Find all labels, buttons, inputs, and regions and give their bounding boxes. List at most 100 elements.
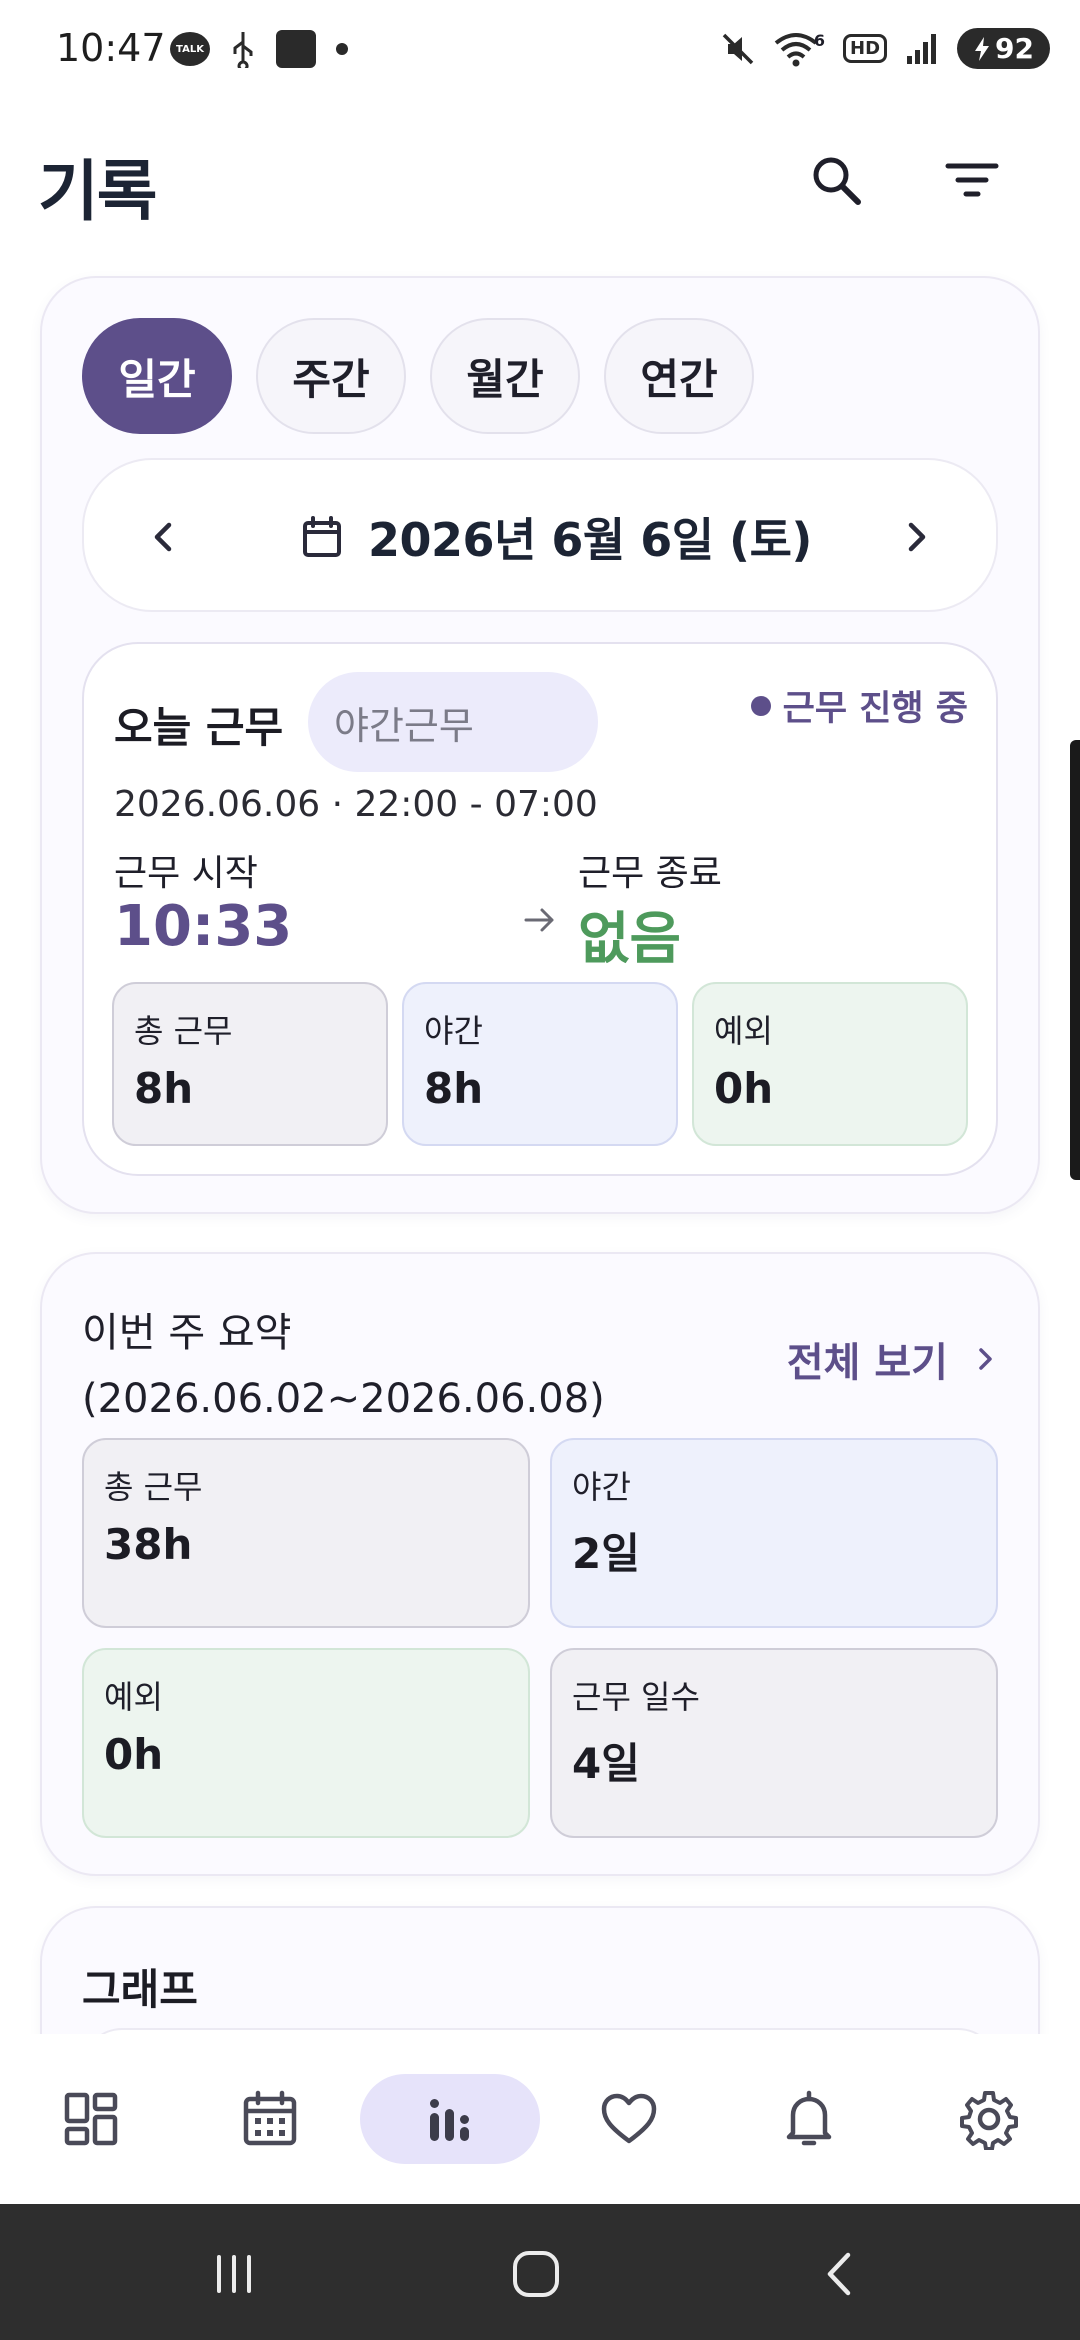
nav-settings[interactable] bbox=[944, 2074, 1034, 2164]
today-night-stat: 야간 8h bbox=[402, 982, 678, 1146]
search-button[interactable] bbox=[800, 144, 872, 216]
kakaotalk-icon: TALK bbox=[170, 32, 210, 66]
stat-value: 8h bbox=[424, 1064, 484, 1113]
stat-value: 2일 bbox=[572, 1529, 640, 1578]
home-button[interactable] bbox=[496, 2234, 576, 2314]
chevron-right-icon bbox=[979, 1348, 992, 1370]
edge-panel-handle[interactable] bbox=[1070, 740, 1080, 1180]
nav-calendar[interactable] bbox=[225, 2074, 315, 2164]
shift-schedule: 2026.06.06 · 22:00 - 07:00 bbox=[114, 784, 598, 825]
heart-icon bbox=[601, 2093, 657, 2144]
status-dot-icon bbox=[750, 695, 771, 716]
shift-status-text: 근무 진행 중 bbox=[782, 689, 968, 729]
period-tabs: 일간 주간 월간 연간 bbox=[82, 318, 754, 434]
bottom-navigation bbox=[0, 2034, 1080, 2204]
weekly-title-main: 이번 주 요약 bbox=[82, 1310, 292, 1356]
more-notifications-dot bbox=[336, 43, 348, 55]
stat-value: 38h bbox=[104, 1520, 193, 1569]
system-navigation-bar bbox=[0, 2204, 1080, 2340]
charging-icon bbox=[975, 36, 990, 61]
arrow-right-icon bbox=[524, 908, 554, 932]
stat-label: 예외 bbox=[714, 1012, 773, 1050]
weekly-title-range: (2026.06.02~2026.06.08) bbox=[82, 1376, 605, 1422]
date-picker[interactable]: 2026년 6월 6일 (토) bbox=[300, 504, 812, 570]
shift-type-badge: 야간근무 bbox=[308, 672, 598, 772]
weekly-night-stat: 야간 2일 bbox=[550, 1438, 998, 1628]
stat-label: 예외 bbox=[104, 1678, 163, 1716]
gear-icon bbox=[960, 2091, 1018, 2150]
weekly-summary-card: 이번 주 요약 (2026.06.02~2026.06.08) 전체 보기 총 … bbox=[40, 1252, 1040, 1876]
today-shift-title: 오늘 근무 bbox=[114, 703, 284, 752]
view-all-link[interactable]: 전체 보기 bbox=[787, 1330, 998, 1388]
stat-label: 근무 일수 bbox=[572, 1678, 700, 1716]
nav-favorites[interactable] bbox=[584, 2074, 674, 2164]
tab-daily[interactable]: 일간 bbox=[82, 318, 232, 434]
status-bar: 10:47 TALK 6 HD 92 bbox=[0, 0, 1080, 100]
tab-monthly[interactable]: 월간 bbox=[430, 318, 580, 434]
filter-icon bbox=[945, 163, 999, 197]
back-button[interactable] bbox=[800, 2234, 880, 2314]
tab-weekly[interactable]: 주간 bbox=[256, 318, 406, 434]
graph-title: 그래프 bbox=[82, 1965, 198, 2014]
start-label: 근무 시작 bbox=[114, 853, 258, 894]
hd-badge: HD bbox=[843, 34, 888, 63]
shift-status: 근무 진행 중 bbox=[750, 680, 968, 731]
back-icon bbox=[827, 2252, 851, 2296]
bell-icon bbox=[786, 2090, 832, 2146]
current-date: 2026년 6월 6일 (토) bbox=[368, 513, 812, 567]
stat-label: 총 근무 bbox=[134, 1012, 233, 1050]
date-navigator: 2026년 6월 6일 (토) bbox=[82, 458, 998, 612]
mute-icon bbox=[722, 33, 754, 64]
weekly-summary-title: 이번 주 요약 (2026.06.02~2026.06.08) bbox=[82, 1300, 605, 1432]
nav-dashboard[interactable] bbox=[46, 2074, 136, 2164]
stat-value: 0h bbox=[714, 1064, 774, 1113]
weekly-exception-stat: 예외 0h bbox=[82, 1648, 530, 1838]
weekly-total-stat: 총 근무 38h bbox=[82, 1438, 530, 1628]
calendar-icon bbox=[243, 2090, 297, 2146]
wifi-icon bbox=[774, 32, 818, 66]
today-shift-card: 오늘 근무 야간근무 근무 진행 중 2026.06.06 · 22:00 - … bbox=[82, 642, 998, 1176]
today-total-stat: 총 근무 8h bbox=[112, 982, 388, 1146]
stat-label: 야간 bbox=[572, 1468, 631, 1506]
battery-indicator: 92 bbox=[957, 28, 1050, 69]
daily-card: 일간 주간 월간 연간 2026년 6월 6일 (토) 오늘 근무 야간근무 근… bbox=[40, 276, 1040, 1214]
battery-level: 92 bbox=[995, 32, 1034, 65]
stat-label: 총 근무 bbox=[104, 1468, 203, 1506]
nav-records[interactable] bbox=[405, 2074, 495, 2164]
stats-icon bbox=[430, 2099, 469, 2141]
recent-apps-icon bbox=[217, 2255, 251, 2293]
wifi-indicator: 6 bbox=[774, 31, 825, 67]
status-time: 10:47 bbox=[56, 26, 166, 70]
stat-value: 8h bbox=[134, 1064, 194, 1113]
page-title: 기록 bbox=[38, 153, 157, 230]
usb-icon bbox=[233, 32, 253, 68]
stat-value: 0h bbox=[104, 1730, 164, 1779]
previous-date-button[interactable] bbox=[128, 501, 200, 573]
end-label: 근무 종료 bbox=[578, 853, 722, 894]
stat-value: 4일 bbox=[572, 1739, 640, 1788]
search-icon bbox=[813, 157, 861, 205]
chevron-right-icon bbox=[908, 522, 926, 552]
signal-icon bbox=[907, 33, 937, 64]
app-header: 기록 bbox=[0, 130, 1080, 230]
today-exception-stat: 예외 0h bbox=[692, 982, 968, 1146]
filter-button[interactable] bbox=[936, 144, 1008, 216]
screen: 10:47 TALK 6 HD 92 기록 일간 주간 월간 연간 2026년 … bbox=[0, 0, 1080, 2340]
chevron-left-icon bbox=[154, 522, 172, 552]
calendar-icon bbox=[303, 516, 341, 557]
weekly-workdays-stat: 근무 일수 4일 bbox=[550, 1648, 998, 1838]
stat-label: 야간 bbox=[424, 1012, 483, 1050]
system-status-icons: 6 HD 92 bbox=[720, 28, 1050, 69]
dashboard-icon bbox=[64, 2092, 118, 2146]
home-icon bbox=[513, 2251, 559, 2297]
view-all-label: 전체 보기 bbox=[786, 1340, 948, 1386]
end-time: 없음 bbox=[578, 907, 682, 972]
nav-notifications[interactable] bbox=[764, 2074, 854, 2164]
next-date-button[interactable] bbox=[880, 501, 952, 573]
notification-icons: TALK bbox=[170, 30, 348, 68]
wifi-badge: 6 bbox=[813, 31, 826, 50]
tab-yearly[interactable]: 연간 bbox=[604, 318, 754, 434]
start-time: 10:33 bbox=[114, 894, 293, 959]
recent-apps-button[interactable] bbox=[194, 2234, 274, 2314]
shopping-bag-icon bbox=[276, 30, 316, 68]
